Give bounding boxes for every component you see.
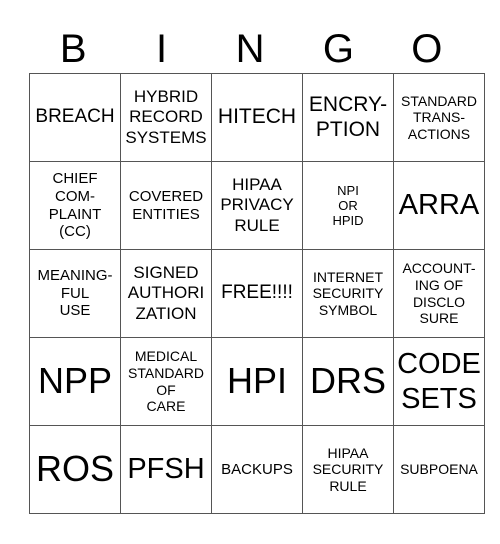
cell-text-line: SYMBOL <box>318 301 378 318</box>
cell-text-line: AUTHORI <box>127 283 205 303</box>
bingo-header: B I N G O <box>29 26 471 72</box>
cell-text-line: HYBRID <box>133 87 199 107</box>
cell-text-line: SECURITY <box>312 461 384 478</box>
cell-text-line: FUL <box>60 284 90 302</box>
cell-text-line: ZATION <box>135 303 197 323</box>
bingo-cell[interactable]: HITECH <box>211 73 303 162</box>
cell-text-line: ENTITIES <box>132 205 200 223</box>
cell-text-line: SUBPOENA <box>400 461 478 478</box>
cell-text-line: BREACH <box>35 106 115 128</box>
cell-text-line: CARE <box>146 398 186 415</box>
cell-text-line: PRIVACY <box>220 195 294 215</box>
cell-text-line: SURE <box>419 310 459 327</box>
cell-text-line: DISCLO <box>412 293 466 310</box>
bingo-cell[interactable]: COVERED ENTITIES <box>120 161 212 250</box>
cell-text-line: RULE <box>234 215 280 235</box>
cell-text-line: TRANS- <box>412 109 466 126</box>
bingo-row: NPP MEDICAL STANDARD OF CARE HPI DRS CODE SE… <box>29 337 485 426</box>
cell-text-line: RULE <box>329 477 367 494</box>
cell-text-line: PFSH <box>127 453 205 486</box>
cell-text-line: INTERNET <box>313 268 383 285</box>
bingo-cell[interactable]: SUBPOENA <box>393 425 485 514</box>
cell-text-line: NPP <box>37 360 113 402</box>
cell-text-line: SECURITY <box>312 285 384 302</box>
header-letter-i: I <box>156 27 168 71</box>
bingo-cell[interactable]: BACKUPS <box>211 425 303 514</box>
cell-text-line: STANDARD <box>401 92 477 109</box>
cell-text-line: CHIEF <box>52 170 98 188</box>
cell-text-line: MEANING- <box>37 266 113 284</box>
bingo-row: ROS PFSH BACKUPS HIPAA SECURITY RULE SUBPO… <box>29 425 485 514</box>
bingo-cell[interactable]: HIPAA SECURITY RULE <box>302 425 394 514</box>
cell-text-line: DRS <box>309 360 386 402</box>
bingo-cell[interactable]: CHIEF COM- PLAINT (CC) <box>29 161 121 250</box>
cell-text-line: HITECH <box>217 105 297 129</box>
bingo-cell[interactable]: ENCRY- PTION <box>302 73 394 162</box>
cell-text-line: USE <box>59 302 91 320</box>
cell-text-line: ENCRY- <box>308 92 388 116</box>
cell-text-line: NPI <box>337 182 359 198</box>
cell-text-line: COM- <box>55 187 95 205</box>
bingo-row: MEANING- FUL USE SIGNED AUTHORI ZATION FREE!… <box>29 249 485 338</box>
cell-text-line: ROS <box>35 448 114 490</box>
cell-text-line: OF <box>156 381 176 398</box>
cell-text-line: CODE <box>397 348 481 381</box>
bingo-cell[interactable]: MEDICAL STANDARD OF CARE <box>120 337 212 426</box>
cell-text-line: HIPAA <box>327 444 369 461</box>
cell-text-line: HPI <box>226 360 287 402</box>
cell-text-line: ACCOUNT- <box>402 260 476 277</box>
cell-text-line: ACTIONS <box>407 125 471 142</box>
bingo-cell[interactable]: STANDARD TRANS- ACTIONS <box>393 73 485 162</box>
cell-text-line: BACKUPS <box>221 460 293 478</box>
cell-text-line: MEDICAL <box>134 348 198 365</box>
bingo-cell[interactable]: ROS <box>29 425 121 514</box>
bingo-cell[interactable]: HPI <box>211 337 303 426</box>
cell-text-line: FREE!!!! <box>221 282 293 304</box>
cell-text-line: OR <box>338 197 358 213</box>
cell-text-line: RECORD <box>129 107 203 127</box>
bingo-row: BREACH HYBRID RECORD SYSTEMS HITECH ENCRY-… <box>29 73 485 162</box>
bingo-cell[interactable]: CODE SETS <box>393 337 485 426</box>
bingo-cell[interactable]: HYBRID RECORD SYSTEMS <box>120 73 212 162</box>
cell-text-line: STANDARD <box>128 364 204 381</box>
cell-text-line: SETS <box>401 382 477 415</box>
bingo-cell[interactable]: ACCOUNT- ING OF DISCLO SURE <box>393 249 485 338</box>
cell-text-line: SIGNED <box>133 263 199 283</box>
cell-text-line: PTION <box>315 117 381 141</box>
header-letter-o: O <box>411 27 443 71</box>
cell-text-line: SYSTEMS <box>125 127 207 147</box>
cell-text-line: ARRA <box>398 189 480 222</box>
cell-text-line: HPID <box>332 213 364 229</box>
bingo-cell[interactable]: ARRA <box>393 161 485 250</box>
bingo-cell[interactable]: MEANING- FUL USE <box>29 249 121 338</box>
bingo-cell[interactable]: DRS <box>302 337 394 426</box>
bingo-grid: BREACH HYBRID RECORD SYSTEMS HITECH ENCRY-… <box>29 73 485 514</box>
bingo-cell[interactable]: INTERNET SECURITY SYMBOL <box>302 249 394 338</box>
bingo-cell[interactable]: NPP <box>29 337 121 426</box>
free-space[interactable]: FREE!!!! <box>211 249 303 338</box>
bingo-cell[interactable]: SIGNED AUTHORI ZATION <box>120 249 212 338</box>
bingo-row: CHIEF COM- PLAINT (CC) COVERED ENTITIES HIPA… <box>29 161 485 250</box>
cell-text-line: HIPAA <box>232 175 282 195</box>
cell-text-line: COVERED <box>128 187 204 205</box>
bingo-cell[interactable]: NPI OR HPID <box>302 161 394 250</box>
bingo-cell[interactable]: BREACH <box>29 73 121 162</box>
cell-text-line: (CC) <box>59 223 91 241</box>
cell-text-line: ING OF <box>414 276 464 293</box>
cell-text-line: PLAINT <box>48 205 102 223</box>
header-letter-g: G <box>322 27 354 71</box>
header-letter-b: B <box>59 27 87 71</box>
bingo-cell[interactable]: PFSH <box>120 425 212 514</box>
header-letter-n: N <box>235 27 265 71</box>
bingo-cell[interactable]: HIPAA PRIVACY RULE <box>211 161 303 250</box>
